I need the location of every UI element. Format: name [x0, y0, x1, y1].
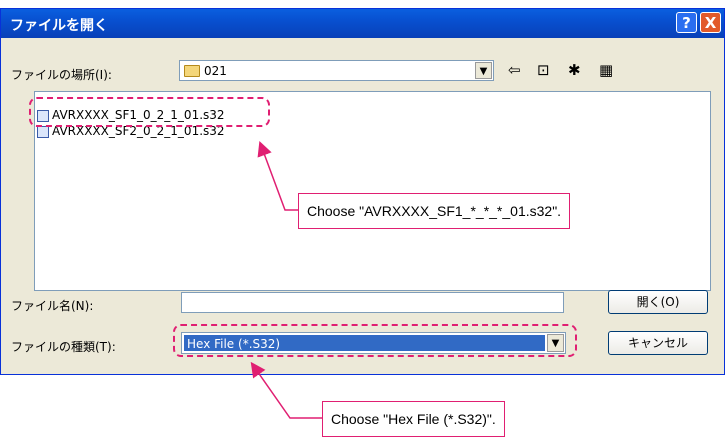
type-callout: Choose "Hex File (*.S32)". [322, 401, 505, 437]
file-callout-arrow [257, 140, 298, 211]
type-callout-arrow [250, 361, 322, 419]
file-callout: Choose "AVRXXXX_SF1_*_*_*_01.s32". [298, 193, 571, 229]
